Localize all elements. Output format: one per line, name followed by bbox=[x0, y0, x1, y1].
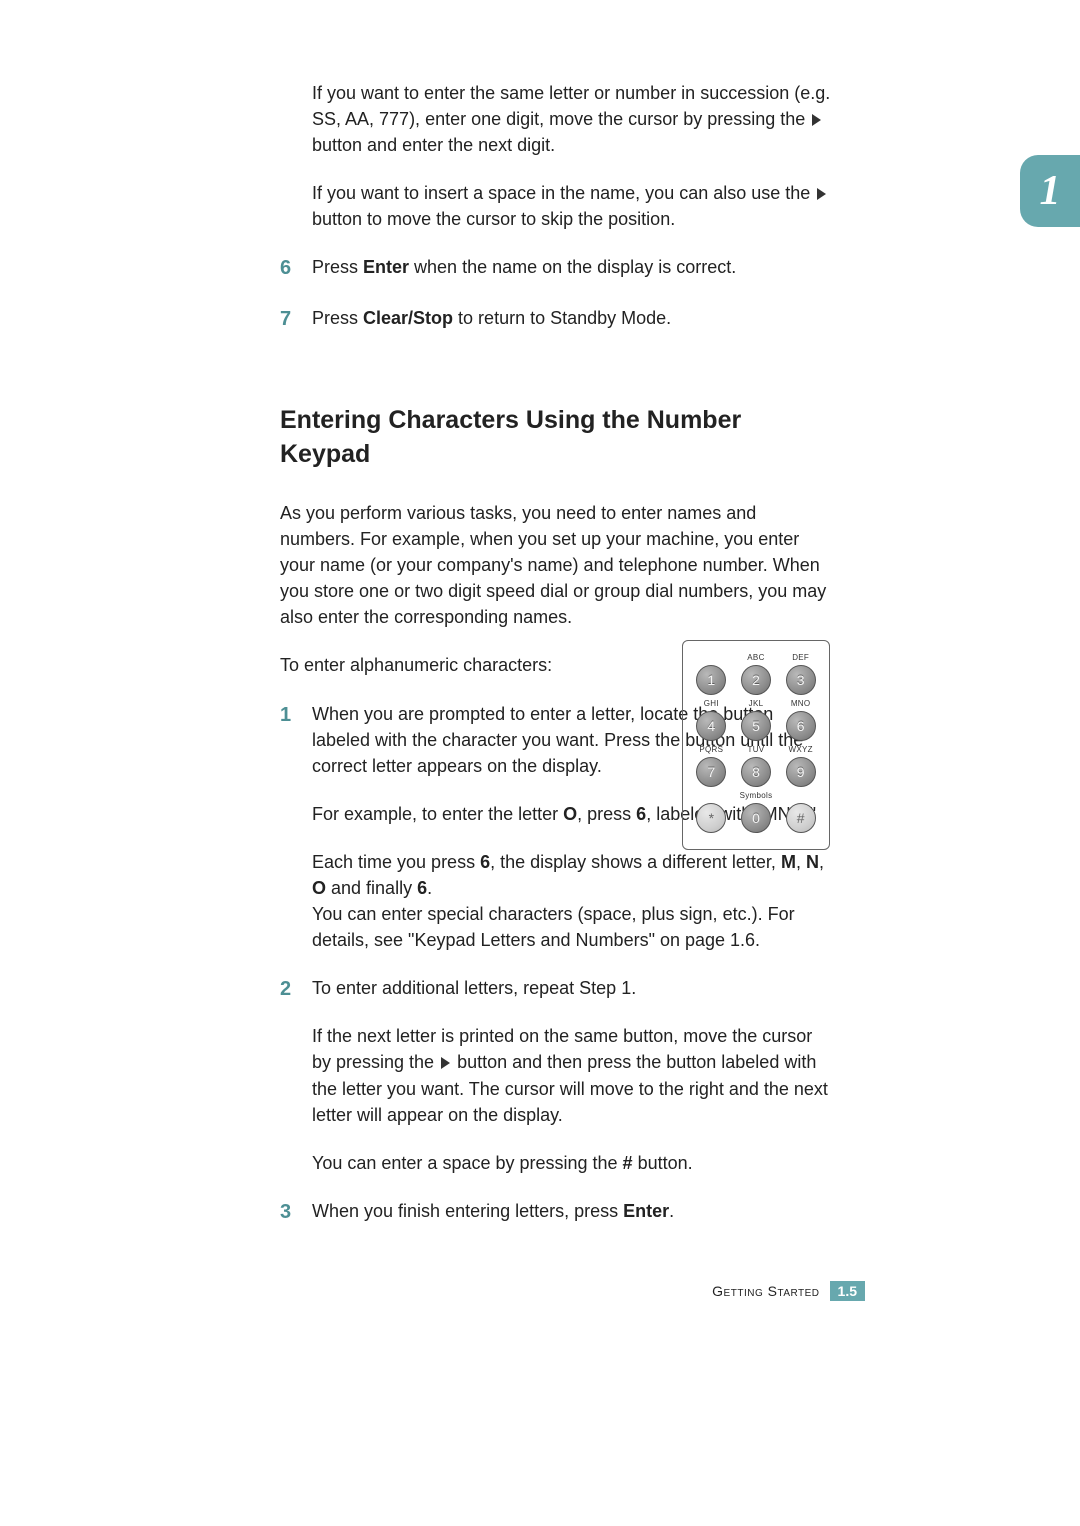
step-body: To enter additional letters, repeat Step… bbox=[312, 975, 835, 1176]
keypad-key-3: 3 bbox=[786, 665, 816, 695]
page-footer: Getting Started 1.5 bbox=[712, 1281, 865, 1301]
keypad-key-6: 6 bbox=[786, 711, 816, 741]
step-body: When you finish entering letters, press … bbox=[312, 1198, 835, 1227]
chapter-tab: 1 bbox=[1020, 155, 1080, 227]
step-number: 3 bbox=[280, 1198, 294, 1227]
continuation-block: If you want to enter the same letter or … bbox=[280, 80, 835, 232]
keypad-row-3: PQRS7 TUV8 WXYZ9 bbox=[689, 745, 823, 787]
s1-p3: Each time you press 6, the display shows… bbox=[312, 849, 835, 901]
step-body: Press Clear/Stop to return to Standby Mo… bbox=[312, 305, 835, 334]
step-number: 6 bbox=[280, 254, 294, 283]
keypad-row-2: GHI4 JKL5 MNO6 bbox=[689, 699, 823, 741]
step-2: 2 To enter additional letters, repeat St… bbox=[280, 975, 835, 1176]
right-triangle-icon bbox=[817, 188, 826, 200]
keypad-key-9: 9 bbox=[786, 757, 816, 787]
keypad-key-7: 7 bbox=[696, 757, 726, 787]
step-number: 7 bbox=[280, 305, 294, 334]
chapter-number: 1 bbox=[1040, 167, 1061, 215]
keypad-key-2: 2 bbox=[741, 665, 771, 695]
keypad-key-8: 8 bbox=[741, 757, 771, 787]
manual-page: 1 If you want to enter the same letter o… bbox=[0, 0, 1080, 1526]
right-triangle-icon bbox=[441, 1057, 450, 1069]
intro-para-2: If you want to insert a space in the nam… bbox=[312, 180, 835, 232]
footer-section-label: Getting Started bbox=[712, 1283, 819, 1299]
s1-p4: You can enter special characters (space,… bbox=[312, 901, 835, 953]
step-7: 7 Press Clear/Stop to return to Standby … bbox=[280, 305, 835, 334]
keypad-key-star: * bbox=[696, 803, 726, 833]
keypad-key-hash: # bbox=[786, 803, 816, 833]
page-number: 1.5 bbox=[830, 1281, 865, 1301]
keypad-figure: 1 ABC2 DEF3 GHI4 JKL5 MNO6 PQRS7 TUV8 WX… bbox=[682, 640, 830, 850]
s2-p1: To enter additional letters, repeat Step… bbox=[312, 975, 835, 1001]
right-triangle-icon bbox=[812, 114, 821, 126]
s2-p2: If the next letter is printed on the sam… bbox=[312, 1023, 835, 1127]
section-heading: Entering Characters Using the Number Key… bbox=[280, 404, 835, 472]
section-intro: As you perform various tasks, you need t… bbox=[280, 500, 835, 630]
keypad-key-1: 1 bbox=[696, 665, 726, 695]
step-6: 6 Press Enter when the name on the displ… bbox=[280, 254, 835, 283]
s2-p3: You can enter a space by pressing the # … bbox=[312, 1150, 835, 1176]
intro-para-1: If you want to enter the same letter or … bbox=[312, 80, 835, 158]
keypad-row-4: * Symbols0 # bbox=[689, 791, 823, 833]
keypad-key-0: 0 bbox=[741, 803, 771, 833]
step-3: 3 When you finish entering letters, pres… bbox=[280, 1198, 835, 1227]
step-number: 1 bbox=[280, 701, 294, 954]
step-number: 2 bbox=[280, 975, 294, 1176]
step-body: Press Enter when the name on the display… bbox=[312, 254, 835, 283]
keypad-key-4: 4 bbox=[696, 711, 726, 741]
keypad-key-5: 5 bbox=[741, 711, 771, 741]
keypad-row-1: 1 ABC2 DEF3 bbox=[689, 653, 823, 695]
